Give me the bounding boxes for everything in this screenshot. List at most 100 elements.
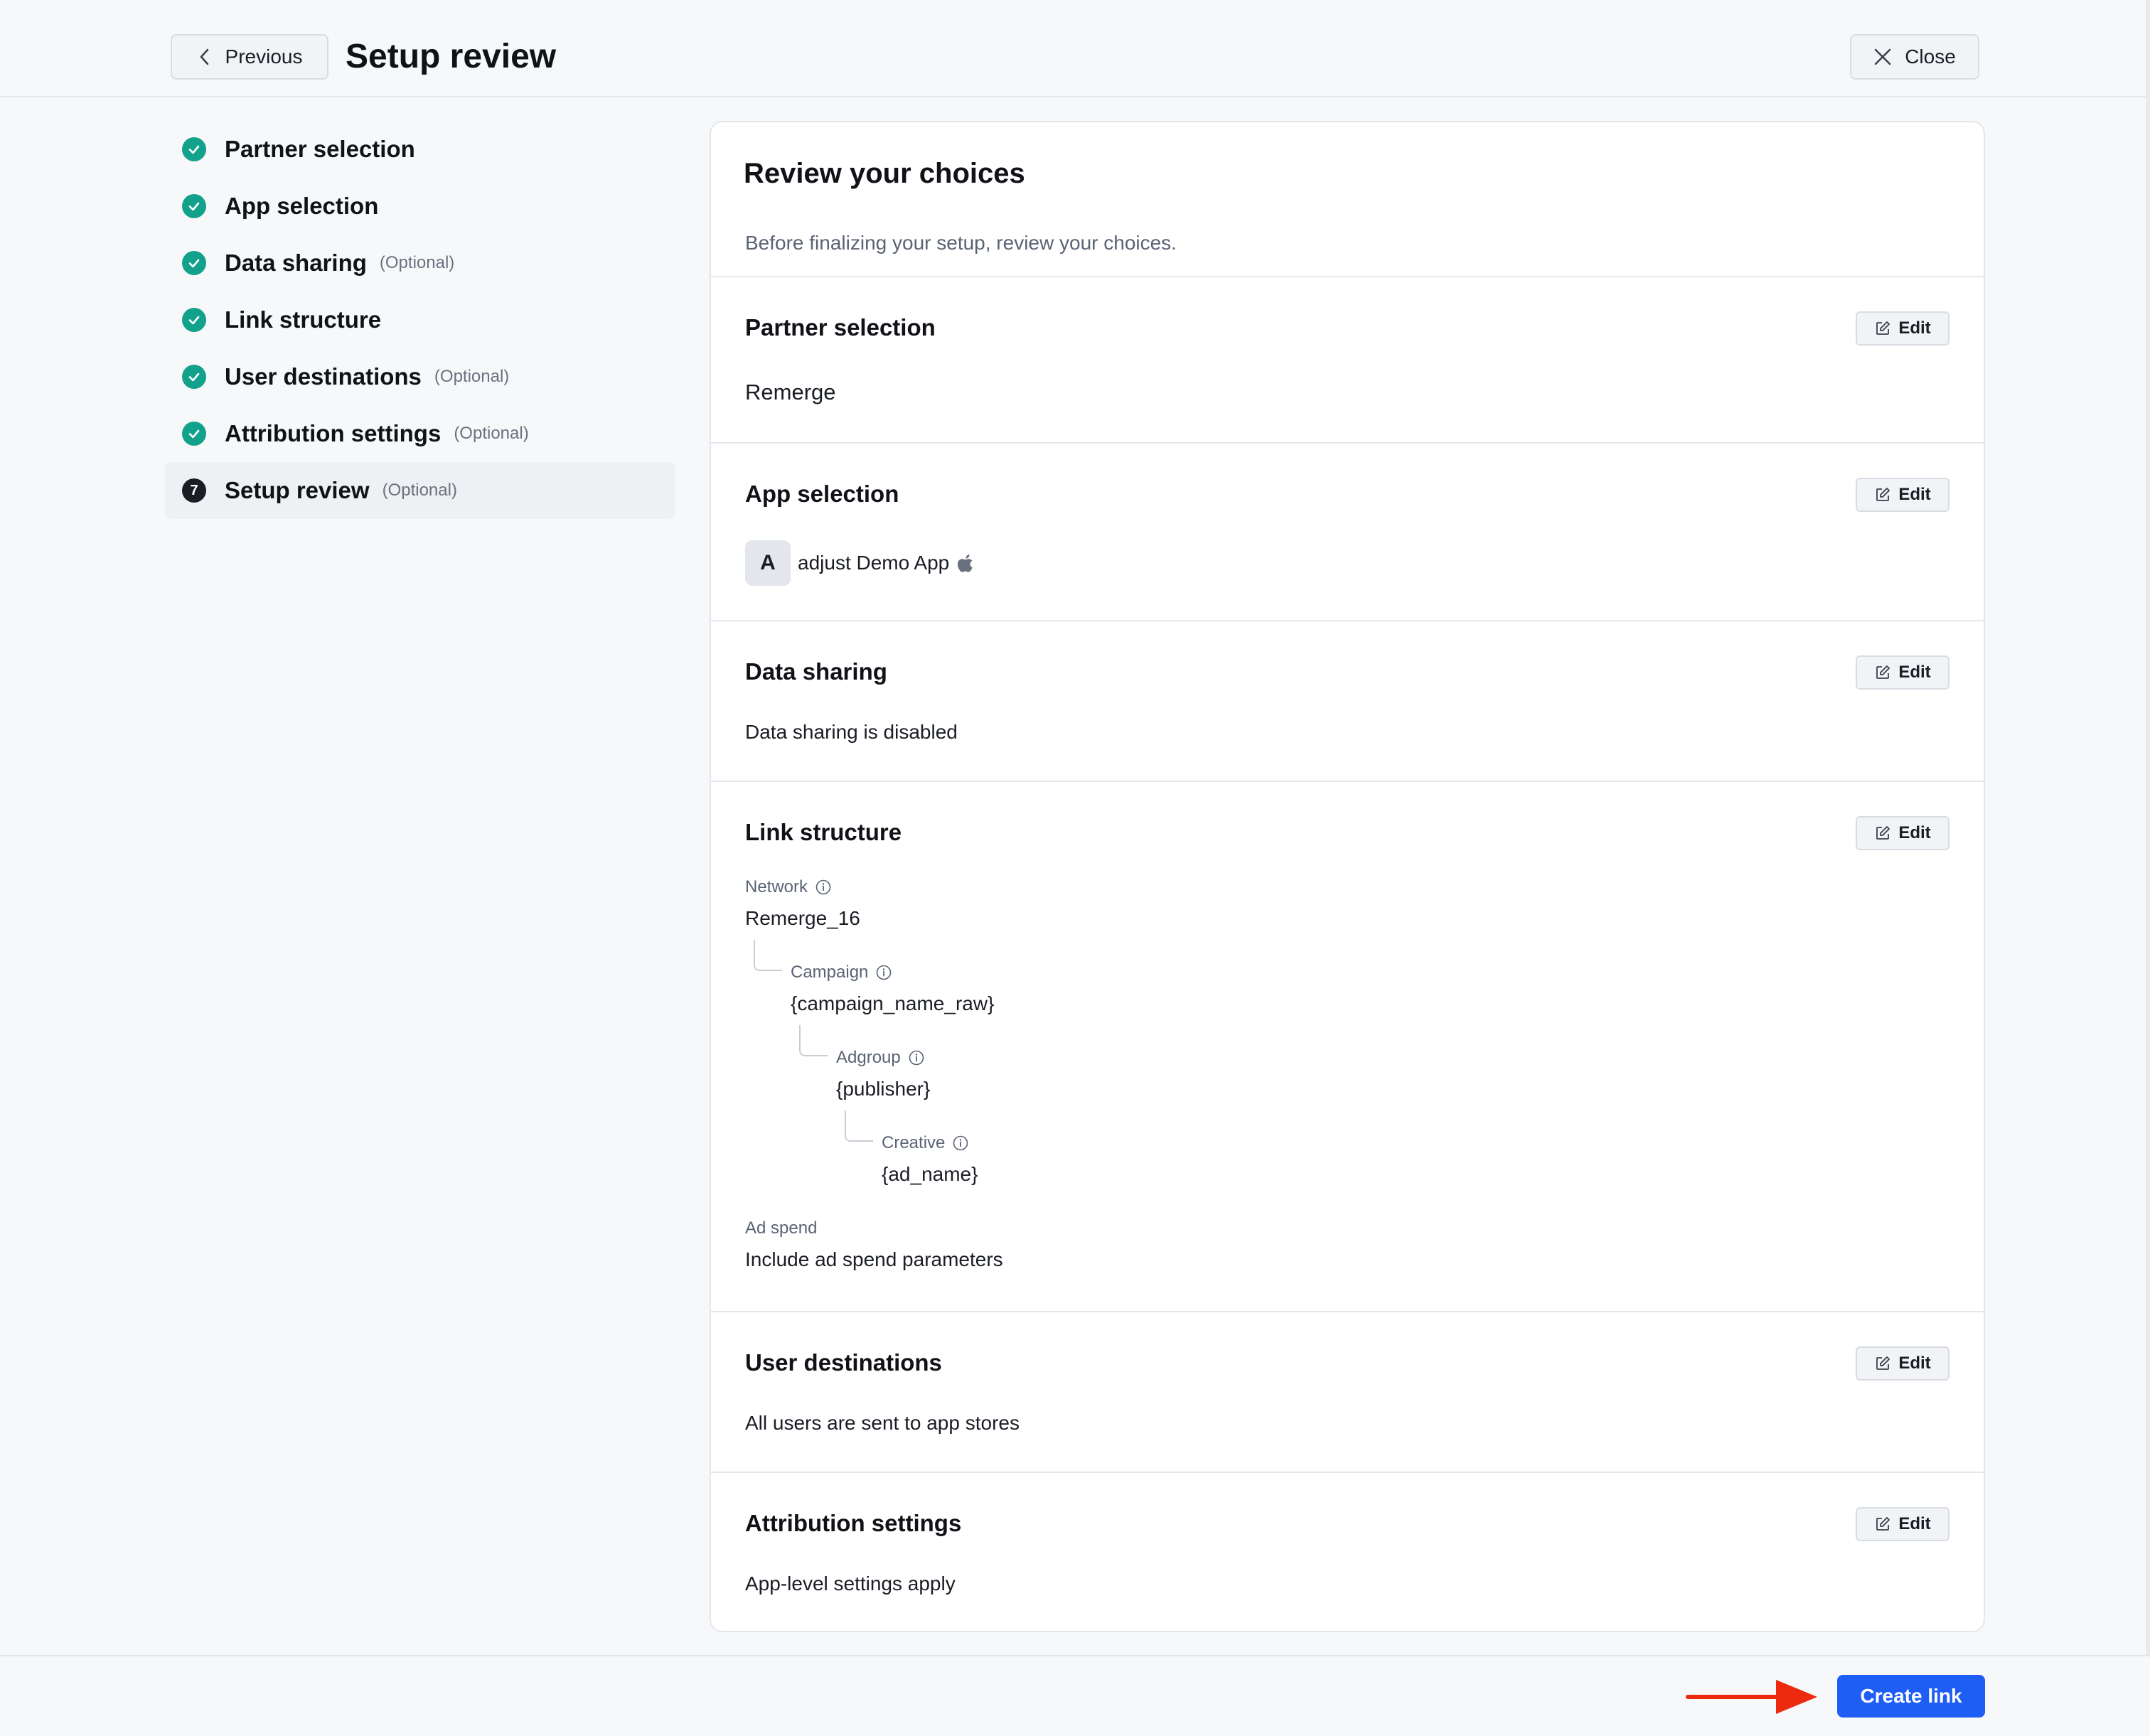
check-circle-icon	[182, 194, 206, 218]
step-data-sharing[interactable]: Data sharing (Optional)	[165, 235, 675, 291]
section-title: Partner selection	[745, 314, 936, 341]
step-partner-selection[interactable]: Partner selection	[165, 121, 675, 178]
info-icon[interactable]	[908, 1049, 925, 1066]
adgroup-label: Adgroup	[836, 1048, 925, 1068]
edit-label: Edit	[1898, 663, 1931, 682]
create-link-button[interactable]: Create link	[1837, 1675, 1985, 1718]
steps-sidebar: Partner selection App selection Data sha…	[165, 121, 675, 519]
optional-tag: (Optional)	[454, 424, 529, 443]
info-icon[interactable]	[875, 964, 892, 981]
user-destinations-section: User destinations Edit All users are sen…	[711, 1312, 1984, 1473]
network-value: Remerge_16	[745, 907, 860, 929]
check-circle-icon	[182, 365, 206, 389]
network-label-text: Network	[745, 877, 808, 896]
adspend-value: Include ad spend parameters	[745, 1248, 1003, 1270]
edit-label: Edit	[1898, 1354, 1931, 1373]
edit-icon	[1876, 321, 1890, 335]
tree-connector	[845, 1110, 873, 1142]
app-section: App selection Edit A adjust Demo App	[711, 444, 1984, 621]
footer-bar	[0, 1655, 2150, 1736]
campaign-label: Campaign	[791, 963, 892, 982]
link-structure-section: Link structure Edit Network Remerge_16 C…	[711, 782, 1984, 1312]
section-title: User destinations	[745, 1349, 942, 1376]
close-icon	[1874, 48, 1891, 65]
review-card: Review your choices Before finalizing yo…	[710, 121, 1985, 1632]
tree-connector	[754, 940, 782, 971]
page-title: Setup review	[346, 38, 557, 75]
campaign-value: {campaign_name_raw}	[791, 992, 995, 1014]
step-label: Data sharing	[225, 250, 367, 276]
chevron-left-icon	[200, 48, 208, 65]
check-circle-icon	[182, 137, 206, 161]
step-app-selection[interactable]: App selection	[165, 178, 675, 235]
adgroup-label-text: Adgroup	[836, 1048, 901, 1067]
edit-user-destinations-button[interactable]: Edit	[1856, 1346, 1950, 1381]
adspend-label: Ad spend	[745, 1218, 817, 1238]
step-user-destinations[interactable]: User destinations (Optional)	[165, 348, 675, 405]
adgroup-value: {publisher}	[836, 1078, 931, 1100]
step-link-structure[interactable]: Link structure	[165, 291, 675, 348]
campaign-label-text: Campaign	[791, 963, 869, 982]
creative-label-text: Creative	[882, 1133, 946, 1152]
section-title: Data sharing	[745, 658, 887, 685]
step-setup-review[interactable]: 7 Setup review (Optional)	[165, 462, 675, 519]
edit-partner-button[interactable]: Edit	[1856, 311, 1950, 345]
close-button[interactable]: Close	[1850, 34, 1979, 80]
creative-value: {ad_name}	[882, 1163, 978, 1185]
edit-icon	[1876, 665, 1890, 679]
optional-tag: (Optional)	[382, 481, 457, 500]
edit-icon	[1876, 1356, 1890, 1370]
top-bar: Previous Setup review Close	[0, 0, 2150, 97]
edit-attribution-button[interactable]: Edit	[1856, 1507, 1950, 1541]
edit-label: Edit	[1898, 823, 1931, 842]
review-subtitle: Before finalizing your setup, review you…	[745, 232, 1177, 254]
creative-label: Creative	[882, 1133, 969, 1153]
edit-app-button[interactable]: Edit	[1856, 478, 1950, 512]
edit-label: Edit	[1898, 485, 1931, 504]
info-icon[interactable]	[815, 879, 832, 896]
review-header: Review your choices Before finalizing yo…	[711, 122, 1984, 277]
section-title: Link structure	[745, 819, 902, 845]
step-label: User destinations	[225, 363, 422, 390]
step-label: Attribution settings	[225, 420, 442, 446]
step-label: App selection	[225, 193, 379, 219]
edit-data-sharing-button[interactable]: Edit	[1856, 655, 1950, 690]
apple-icon	[958, 554, 973, 572]
data-sharing-value: Data sharing is disabled	[745, 721, 958, 743]
close-label: Close	[1905, 45, 1956, 68]
network-label: Network	[745, 877, 832, 897]
check-circle-icon	[182, 422, 206, 446]
scrollbar-track[interactable]	[2146, 0, 2150, 1656]
optional-tag: (Optional)	[434, 367, 510, 386]
edit-link-structure-button[interactable]: Edit	[1856, 816, 1950, 850]
info-icon[interactable]	[952, 1135, 969, 1152]
step-label: Setup review	[225, 477, 370, 503]
review-title: Review your choices	[744, 158, 1025, 189]
user-destinations-value: All users are sent to app stores	[745, 1412, 1020, 1434]
edit-icon	[1876, 826, 1890, 840]
edit-label: Edit	[1898, 1514, 1931, 1533]
data-sharing-section: Data sharing Edit Data sharing is disabl…	[711, 621, 1984, 782]
edit-icon	[1876, 488, 1890, 501]
attribution-value: App-level settings apply	[745, 1572, 956, 1595]
step-number-badge: 7	[182, 478, 206, 503]
check-circle-icon	[182, 308, 206, 332]
section-title: Attribution settings	[745, 1510, 962, 1536]
app-name: adjust Demo App	[798, 552, 950, 574]
section-title: App selection	[745, 481, 899, 507]
partner-value: Remerge	[745, 380, 836, 404]
check-circle-icon	[182, 251, 206, 275]
arrow-right-icon	[1686, 1680, 1817, 1714]
step-attribution-settings[interactable]: Attribution settings (Optional)	[165, 405, 675, 462]
attribution-section: Attribution settings Edit App-level sett…	[711, 1473, 1984, 1631]
edit-icon	[1876, 1517, 1890, 1531]
previous-button[interactable]: Previous	[171, 34, 328, 80]
previous-label: Previous	[225, 45, 303, 68]
app-row: A adjust Demo App	[745, 540, 975, 586]
step-label: Partner selection	[225, 136, 415, 162]
adspend-label-text: Ad spend	[745, 1218, 818, 1238]
partner-section: Partner selection Edit Remerge	[711, 277, 1984, 444]
app-avatar: A	[745, 540, 791, 586]
optional-tag: (Optional)	[379, 253, 455, 272]
step-label: Link structure	[225, 306, 382, 333]
